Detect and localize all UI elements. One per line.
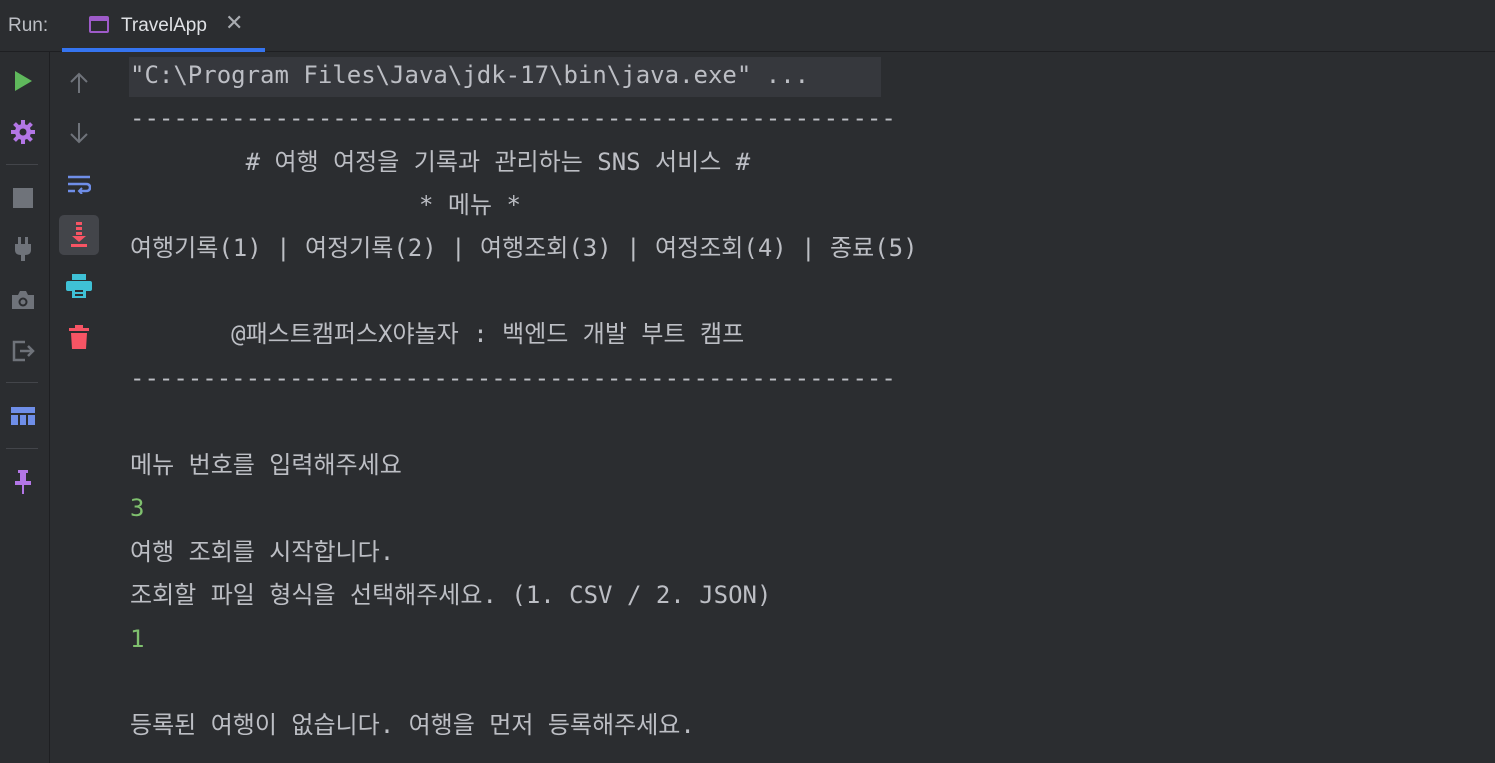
rerun-button[interactable]	[3, 61, 43, 101]
layout-icon	[11, 407, 35, 425]
layout-button[interactable]	[3, 396, 43, 436]
divider-bottom: ----------------------------------------…	[130, 364, 896, 392]
prompt-format: 조회할 파일 형식을 선택해주세요. (1. CSV / 2. JSON)	[130, 581, 772, 609]
menu-header: * 메뉴 *	[130, 191, 521, 219]
prompt-menu: 메뉴 번호를 입력해주세요	[130, 451, 402, 479]
settings-button[interactable]	[3, 112, 43, 152]
message-start: 여행 조회를 시작합니다.	[130, 538, 395, 566]
toolbar-separator	[6, 164, 38, 165]
camera-icon	[12, 291, 34, 309]
toolbar-separator	[6, 382, 38, 383]
pin-icon	[15, 470, 31, 494]
exit-button[interactable]	[3, 331, 43, 371]
credit-line: @패스트캠퍼스X야놀자 : 백엔드 개발 부트 캠프	[130, 320, 745, 348]
close-icon[interactable]: ✕	[225, 11, 243, 36]
trash-icon	[69, 325, 89, 349]
soft-wrap-button[interactable]	[59, 164, 99, 204]
message-empty: 등록된 여행이 없습니다. 여행을 먼저 등록해주세요.	[130, 711, 695, 739]
screenshot-button[interactable]	[3, 280, 43, 320]
print-icon	[66, 274, 92, 298]
user-input-format: 1	[130, 625, 145, 653]
scroll-to-end-button[interactable]	[59, 215, 99, 255]
gear-icon	[11, 120, 35, 144]
up-button[interactable]	[59, 63, 99, 103]
exit-icon	[12, 340, 35, 362]
stop-icon	[13, 188, 33, 208]
user-input-menu: 3	[130, 494, 145, 522]
divider-top: ----------------------------------------…	[130, 104, 896, 132]
pin-button[interactable]	[3, 462, 43, 502]
console-toolbar	[51, 52, 108, 763]
service-title: # 여행 여정을 기록과 관리하는 SNS 서비스 #	[130, 148, 751, 176]
run-label: Run:	[8, 15, 49, 36]
clear-all-button[interactable]	[59, 317, 99, 357]
stop-button[interactable]	[3, 178, 43, 218]
play-icon	[15, 71, 32, 91]
menu-items: 여행기록(1) | 여정기록(2) | 여행조회(3) | 여정조회(4) | …	[130, 234, 918, 262]
plug-icon	[15, 237, 31, 261]
scroll-to-end-icon	[71, 222, 87, 247]
console-output[interactable]: "C:\Program Files\Java\jdk-17\bin\java.e…	[108, 52, 1495, 763]
attach-debugger-button[interactable]	[3, 229, 43, 269]
soft-wrap-icon	[68, 175, 91, 194]
tab-title: TravelApp	[121, 15, 207, 36]
run-toolwindow-header: Run: TravelApp ✕	[0, 0, 1495, 52]
run-toolbar	[0, 52, 50, 763]
toolbar-separator	[6, 448, 38, 449]
command-line: "C:\Program Files\Java\jdk-17\bin\java.e…	[130, 61, 810, 89]
down-button[interactable]	[59, 113, 99, 153]
tab-travelapp[interactable]: TravelApp ✕	[62, 0, 265, 52]
arrow-up-icon	[70, 72, 88, 93]
window-icon	[89, 16, 109, 33]
arrow-down-icon	[70, 123, 88, 144]
print-button[interactable]	[59, 266, 99, 306]
